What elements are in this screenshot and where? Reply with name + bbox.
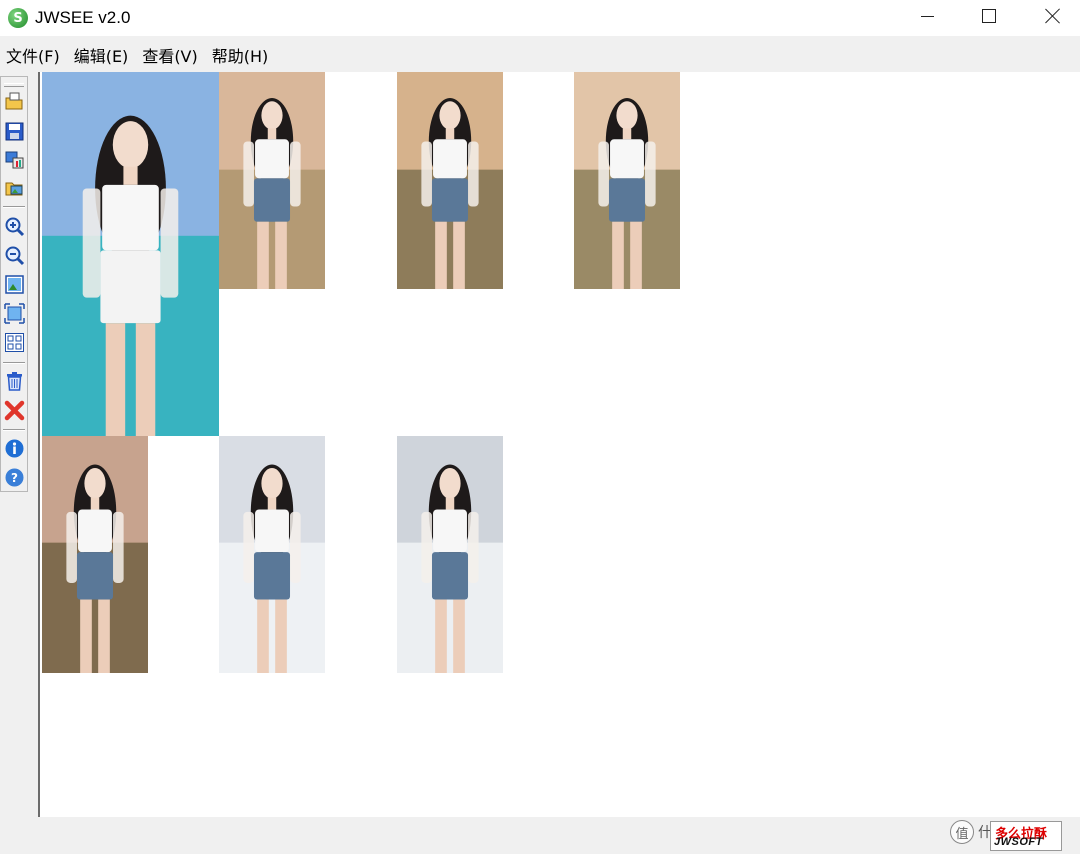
- thumbnail-image[interactable]: [42, 436, 148, 673]
- status-bar: [0, 817, 1080, 854]
- toolbar-separator: [3, 429, 25, 431]
- actual-size-button[interactable]: [4, 303, 25, 324]
- window-title: JWSEE v2.0: [35, 8, 131, 27]
- export-image-icon: [5, 182, 23, 196]
- menu-file[interactable]: 文件(F): [6, 41, 60, 69]
- thumbnail-image[interactable]: [574, 72, 680, 289]
- zoom-out-icon: [5, 246, 25, 266]
- portrait-sunset-1: [219, 72, 325, 289]
- svg-text:?: ?: [11, 471, 18, 485]
- close-icon: [1045, 8, 1061, 24]
- thumbnail-image[interactable]: [397, 72, 503, 289]
- jwsoft-logo: 多么拉酥 JWSOFT: [990, 821, 1062, 851]
- minimize-icon: [920, 15, 934, 17]
- zoom-in-icon: [5, 217, 25, 237]
- convert-button[interactable]: [4, 149, 25, 170]
- help-icon: ?: [5, 468, 24, 487]
- portrait-beach: [42, 72, 219, 436]
- title-bar: S JWSEE v2.0: [0, 0, 1080, 36]
- thumbnail-image[interactable]: [42, 72, 219, 436]
- app-icon: S: [8, 8, 28, 28]
- menu-bar: 文件(F) 编辑(E) 查看(V) 帮助(H): [0, 38, 1080, 71]
- convert-icon: [5, 151, 24, 169]
- toolbar-separator: [3, 206, 25, 208]
- maximize-icon: [982, 9, 996, 23]
- trash-icon: [7, 372, 22, 391]
- minimize-button[interactable]: [895, 0, 959, 32]
- menu-view[interactable]: 查看(V): [142, 41, 197, 69]
- toolbar-grip[interactable]: [4, 83, 24, 87]
- maximize-button[interactable]: [957, 0, 1021, 32]
- toolbar-separator: [3, 362, 25, 364]
- menu-edit[interactable]: 编辑(E): [74, 41, 129, 69]
- export-button[interactable]: [4, 177, 25, 198]
- save-button[interactable]: [4, 121, 25, 142]
- thumbnail-image[interactable]: [397, 436, 503, 673]
- info-icon: [5, 439, 24, 458]
- side-toolbar: ?: [0, 76, 28, 492]
- portrait-snow-1: [219, 436, 325, 673]
- portrait-snow-2: [397, 436, 503, 673]
- open-button[interactable]: [4, 91, 25, 112]
- help-button[interactable]: ?: [4, 467, 25, 488]
- info-button[interactable]: [4, 438, 25, 459]
- watermark-badge-icon: 值: [950, 820, 974, 844]
- portrait-sunset-3: [574, 72, 680, 289]
- logo-bottom-text: JWSOFT: [994, 836, 1043, 848]
- thumbnail-image[interactable]: [219, 436, 325, 673]
- delete-button[interactable]: [4, 400, 25, 421]
- save-icon: [5, 122, 24, 141]
- fit-window-button[interactable]: [4, 274, 25, 295]
- fit-window-icon: [5, 275, 24, 294]
- thumbnail-image[interactable]: [219, 72, 325, 289]
- open-folder-icon: [5, 92, 23, 110]
- thumbnail-canvas[interactable]: [38, 72, 1080, 817]
- trash-button[interactable]: [4, 371, 25, 392]
- portrait-sunset-birds: [42, 436, 148, 673]
- actual-size-icon: [4, 303, 25, 324]
- zoom-in-button[interactable]: [4, 216, 25, 237]
- thumbnail-grid-icon: [5, 333, 24, 352]
- thumbnail-grid-button[interactable]: [4, 332, 25, 353]
- portrait-sunset-2: [397, 72, 503, 289]
- delete-x-icon: [4, 400, 25, 421]
- menu-help[interactable]: 帮助(H): [212, 41, 269, 69]
- zoom-out-button[interactable]: [4, 245, 25, 266]
- close-button[interactable]: [1021, 0, 1080, 32]
